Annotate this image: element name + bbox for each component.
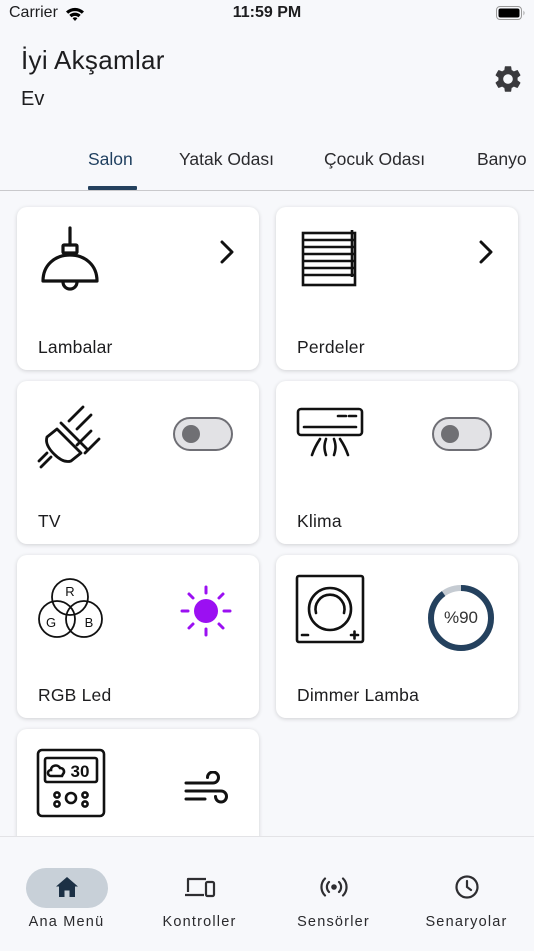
card-label: Lambalar — [38, 337, 113, 357]
clock-time: 11:59 PM — [232, 4, 302, 21]
dimmer-level-ring[interactable]: %90 — [426, 583, 496, 653]
thermostat-icon: 30 — [36, 748, 106, 818]
card-dimmer-lamba[interactable]: %90 Dimmer Lamba — [276, 555, 518, 718]
greeting-title: İyi Akşamlar — [21, 45, 165, 75]
pendant-lamp-icon — [41, 226, 99, 291]
devices-icon — [184, 877, 215, 898]
tab-cocuk-odasi[interactable]: Çocuk Odası — [324, 149, 425, 170]
air-conditioner-icon — [296, 407, 364, 457]
gear-icon[interactable] — [492, 63, 524, 95]
dimmer-icon — [295, 574, 365, 644]
card-label: TV — [38, 511, 61, 531]
card-klima[interactable]: Klima — [276, 381, 518, 544]
sensor-icon — [319, 877, 348, 897]
nav-label: Senaryolar — [425, 914, 508, 930]
status-bar: Carrier 11:59 PM — [0, 0, 534, 30]
wind-icon[interactable] — [183, 771, 231, 807]
rgb-letter-r: R — [65, 584, 74, 599]
thermostat-display: 30 — [71, 762, 90, 781]
nav-label: Ana Menü — [28, 914, 105, 930]
toggle-knob — [182, 425, 200, 443]
chevron-right-icon — [479, 240, 493, 264]
tv-toggle[interactable] — [173, 417, 233, 451]
card-label: Dimmer Lamba — [297, 685, 420, 705]
dimmer-level-value: %90 — [443, 608, 479, 627]
card-rgb-led[interactable]: R G B RGB Led — [17, 555, 259, 718]
nav-senaryolar[interactable]: Senaryolar — [400, 837, 533, 951]
card-tv[interactable]: TV — [17, 381, 259, 544]
plug-icon — [37, 405, 101, 469]
clock-icon — [454, 875, 479, 899]
battery-icon — [496, 6, 525, 20]
card-label: Klima — [297, 511, 342, 531]
tab-salon[interactable]: Salon — [88, 149, 133, 170]
tab-yatak-odasi[interactable]: Yatak Odası — [179, 149, 274, 170]
room-tabs: Salon Yatak Odası Çocuk Odası Banyo — [0, 130, 534, 191]
nav-kontroller[interactable]: Kontroller — [133, 837, 266, 951]
card-lambalar[interactable]: Lambalar — [17, 207, 259, 370]
bottom-navigation: Ana Menü Kontroller Sensörler Senaryolar — [0, 836, 534, 951]
tab-banyo[interactable]: Banyo — [477, 149, 527, 170]
nav-label: Sensörler — [297, 914, 370, 930]
nav-ana-menu[interactable]: Ana Menü — [0, 837, 133, 951]
toggle-knob — [441, 425, 459, 443]
active-tab-indicator — [88, 186, 137, 190]
sun-icon[interactable] — [180, 585, 232, 637]
chevron-right-icon — [220, 240, 234, 264]
nav-sensorler[interactable]: Sensörler — [267, 837, 400, 951]
card-perdeler[interactable]: Perdeler — [276, 207, 518, 370]
blinds-icon — [301, 230, 357, 287]
home-name: Ev — [21, 88, 45, 110]
card-label: Perdeler — [297, 337, 365, 357]
rgb-letter-b: B — [85, 615, 94, 630]
klima-toggle[interactable] — [432, 417, 492, 451]
rgb-circles-icon: R G B — [38, 578, 103, 638]
home-icon — [55, 877, 78, 897]
rgb-letter-g: G — [46, 615, 56, 630]
card-label: RGB Led — [38, 685, 112, 705]
nav-label: Kontroller — [162, 914, 237, 930]
